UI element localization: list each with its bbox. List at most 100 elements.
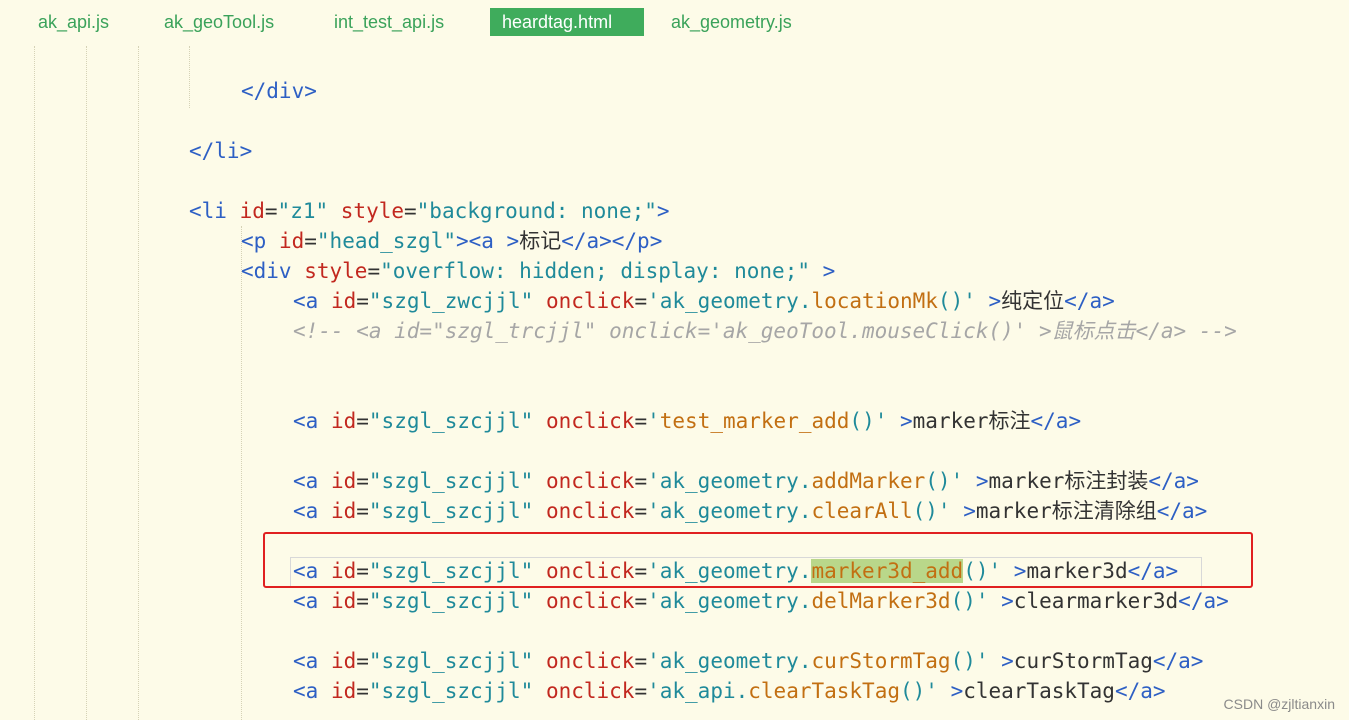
code-token: </li> bbox=[189, 139, 253, 163]
code-token: ><a > bbox=[455, 229, 520, 253]
indent-guide bbox=[138, 46, 139, 720]
tab-heardtag-html[interactable]: heardtag.html bbox=[490, 8, 644, 36]
code-token: </div> bbox=[241, 79, 317, 103]
code-token: <a bbox=[293, 289, 319, 313]
code-token: ()' bbox=[899, 679, 938, 703]
code-token: "szgl_szcjjl" bbox=[368, 469, 534, 493]
code-token: = bbox=[634, 409, 648, 433]
code-token: ()' bbox=[849, 409, 888, 433]
indent-guide bbox=[86, 46, 87, 720]
code-token: = bbox=[356, 649, 369, 673]
code-line-anchor: <a id="szgl_szcjjl" onclick='ak_geometry… bbox=[293, 466, 1199, 496]
code-token: onclick bbox=[545, 679, 635, 703]
code-token: ()' bbox=[950, 649, 989, 673]
code-token: 'ak_geometry. bbox=[647, 589, 812, 613]
code-token: = bbox=[356, 409, 369, 433]
code-token: "overflow: hidden; display: none;" bbox=[380, 259, 810, 283]
code-token: <a bbox=[293, 679, 319, 703]
code-token: > bbox=[975, 289, 1002, 313]
indent-guide bbox=[189, 46, 190, 108]
code-line: <p id="head_szgl"><a >标记</a></p> bbox=[241, 226, 662, 256]
code-token: marker标注封装 bbox=[988, 469, 1149, 493]
code-token: curStormTag bbox=[1013, 649, 1153, 673]
indent-guide bbox=[34, 46, 35, 720]
code-token: 'ak_geometry. bbox=[647, 649, 812, 673]
code-token: <a bbox=[293, 649, 319, 673]
code-token: = bbox=[356, 679, 369, 703]
code-token: style bbox=[304, 259, 368, 283]
code-token: 'ak_geometry. bbox=[647, 289, 812, 313]
code-token: > bbox=[937, 679, 964, 703]
code-token: onclick bbox=[545, 649, 635, 673]
code-comment: <!-- <a id="szgl_trcjjl" onclick='ak_geo… bbox=[293, 319, 1237, 343]
code-token: = bbox=[356, 289, 369, 313]
code-token: style bbox=[340, 199, 404, 223]
code-token: </a> bbox=[1114, 679, 1166, 703]
watermark: CSDN @zjltianxin bbox=[1223, 696, 1335, 712]
code-token: = bbox=[264, 199, 278, 223]
code-token: ()' bbox=[950, 589, 989, 613]
code-token: <li bbox=[189, 199, 227, 223]
code-token: addMarker bbox=[811, 469, 926, 493]
code-token: onclick bbox=[545, 589, 635, 613]
code-line-anchor: <a id="szgl_szcjjl" onclick='ak_geometry… bbox=[293, 496, 1207, 526]
code-token: "szgl_szcjjl" bbox=[368, 409, 534, 433]
annotation-highlight-box bbox=[263, 532, 1253, 588]
code-token: 纯定位 bbox=[1001, 289, 1065, 313]
code-token: > bbox=[887, 409, 913, 433]
code-token: id bbox=[330, 649, 357, 673]
code-token: </a></p> bbox=[561, 229, 663, 253]
code-token: "z1" bbox=[277, 199, 329, 223]
code-token: clearmarker3d bbox=[1013, 589, 1179, 613]
code-token: </a> bbox=[1148, 469, 1199, 493]
code-token: = bbox=[634, 679, 648, 703]
code-token: id bbox=[330, 409, 357, 433]
code-token: > bbox=[950, 499, 976, 523]
code-token: 'ak_geometry. bbox=[647, 469, 812, 493]
code-token: </a> bbox=[1152, 649, 1204, 673]
code-token: = bbox=[634, 649, 648, 673]
code-token: curStormTag bbox=[811, 649, 951, 673]
code-token: </a> bbox=[1064, 289, 1115, 313]
code-token: </a> bbox=[1156, 499, 1208, 523]
code-token: id bbox=[330, 589, 357, 613]
code-token: > bbox=[988, 589, 1014, 613]
code-editor[interactable]: </div> </li> <li id="z1" style="backgrou… bbox=[0, 46, 1349, 720]
code-token: = bbox=[634, 589, 648, 613]
code-token: = bbox=[404, 199, 417, 223]
tab-ak-geometry-js[interactable]: ak_geometry.js bbox=[671, 8, 792, 36]
code-line: <li id="z1" style="background: none;"> bbox=[189, 196, 670, 226]
code-token: onclick bbox=[545, 469, 635, 493]
code-token: = bbox=[634, 289, 648, 313]
code-token: = bbox=[367, 259, 381, 283]
code-token: = bbox=[634, 499, 648, 523]
code-token: > bbox=[963, 469, 989, 493]
code-token: clearAll bbox=[811, 499, 913, 523]
tab-int-test-api-js[interactable]: int_test_api.js bbox=[334, 8, 444, 36]
code-token: id bbox=[330, 289, 357, 313]
code-token: "szgl_szcjjl" bbox=[368, 679, 534, 703]
indent-guide bbox=[241, 226, 242, 720]
code-token: id bbox=[330, 469, 357, 493]
code-token: "background: none;" bbox=[416, 199, 657, 223]
code-token: ' bbox=[647, 409, 660, 433]
code-token: = bbox=[304, 229, 317, 253]
code-token: <a bbox=[293, 589, 319, 613]
code-token: id bbox=[239, 199, 265, 223]
code-token: ()' bbox=[937, 289, 976, 313]
tab-ak-geotool-js[interactable]: ak_geoTool.js bbox=[164, 8, 274, 36]
code-line: <div style="overflow: hidden; display: n… bbox=[241, 256, 835, 286]
code-token: <a bbox=[293, 469, 319, 493]
code-line: </div> bbox=[241, 76, 317, 106]
code-token: 'ak_api. bbox=[647, 679, 749, 703]
code-token: test_marker_add bbox=[659, 409, 850, 433]
code-token: > bbox=[809, 259, 836, 283]
code-token: marker标注 bbox=[912, 409, 1031, 433]
code-token: "head_szgl" bbox=[316, 229, 456, 253]
code-token: </a> bbox=[1030, 409, 1082, 433]
tab-ak-api-js[interactable]: ak_api.js bbox=[38, 8, 109, 36]
code-token: id bbox=[278, 229, 305, 253]
code-token: onclick bbox=[545, 499, 635, 523]
code-line-anchor: <a id="szgl_szcjjl" onclick='ak_geometry… bbox=[293, 586, 1229, 616]
code-token: clearTaskTag bbox=[748, 679, 900, 703]
